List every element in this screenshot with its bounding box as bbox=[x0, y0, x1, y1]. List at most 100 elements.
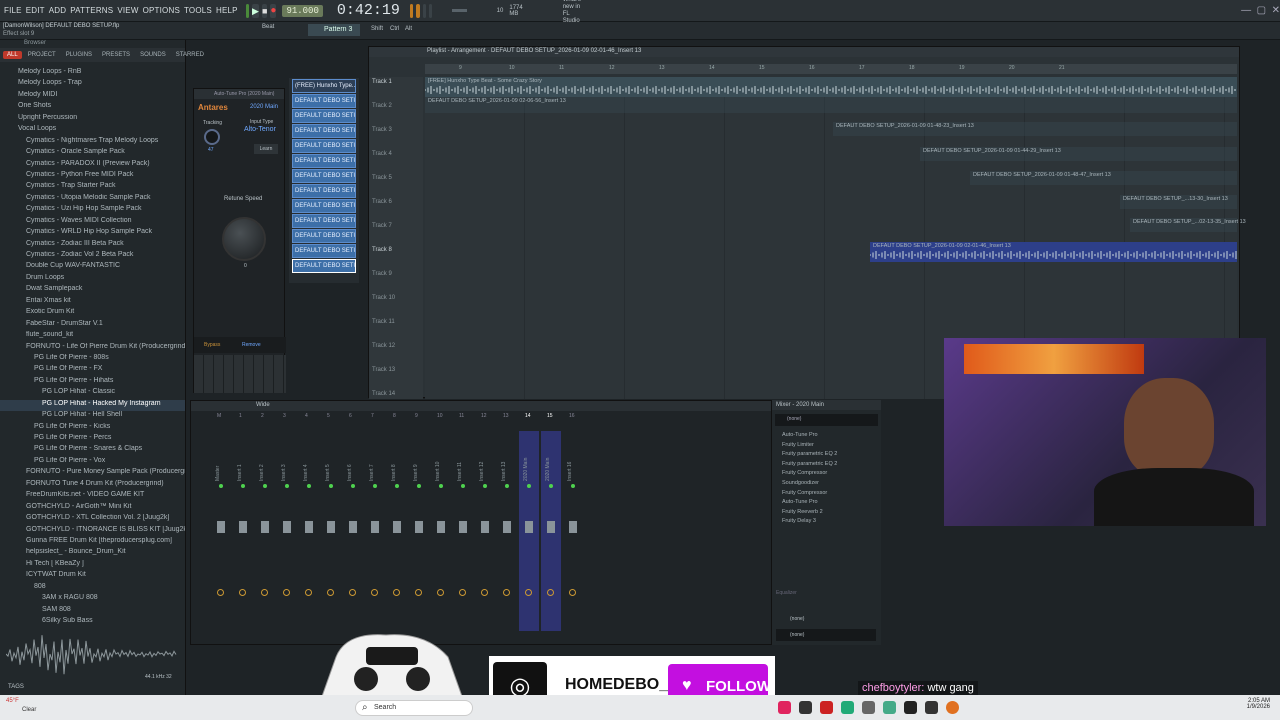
snap-mode[interactable]: Beat bbox=[262, 24, 274, 30]
strip-fader[interactable] bbox=[261, 521, 269, 533]
strip-fader[interactable] bbox=[569, 521, 577, 533]
mixer-strip[interactable]: 15 2020 Main bbox=[541, 413, 561, 631]
menu-edit[interactable]: EDIT bbox=[26, 6, 45, 15]
browser-item[interactable]: Drum Loops bbox=[0, 274, 185, 285]
output-selector-1[interactable]: (none) bbox=[776, 613, 876, 625]
strip-fader[interactable] bbox=[371, 521, 379, 533]
browser-item[interactable]: 3AM x RAGU 808 bbox=[0, 594, 185, 605]
track-header[interactable]: Track 8 bbox=[372, 247, 392, 253]
strip-knob[interactable] bbox=[261, 589, 268, 596]
browser-item[interactable]: Cymatics - Trap Starter Pack bbox=[0, 182, 185, 193]
playlist-clip[interactable]: DEFAUT DEBO SETUP_2026-01-09 01-48-23_In… bbox=[833, 122, 1237, 136]
learn-button[interactable]: Learn bbox=[254, 144, 278, 154]
mixer-strip[interactable]: 9 Insert 9 bbox=[409, 413, 429, 631]
app-icon[interactable] bbox=[820, 701, 833, 714]
master-volume-slider[interactable] bbox=[452, 9, 467, 12]
browser-item[interactable]: Upright Percussion bbox=[0, 114, 185, 125]
alt-key[interactable]: Alt bbox=[405, 26, 412, 32]
window-controls[interactable]: — ▢ ✕ bbox=[1241, 5, 1280, 16]
browser-item[interactable]: GOTHCHYLD - ITNORANCE IS BLISS KIT [Juug… bbox=[0, 526, 185, 537]
strip-led[interactable] bbox=[483, 484, 487, 488]
playlist-clip[interactable]: DEFAUT DEBO SETUP_2026-01-09 01-48-47_In… bbox=[970, 171, 1237, 185]
track-header[interactable]: Track 6 bbox=[372, 199, 392, 205]
mixer-strip[interactable]: 12 Insert 12 bbox=[475, 413, 495, 631]
strip-fader[interactable] bbox=[503, 521, 511, 533]
strip-fader[interactable] bbox=[349, 521, 357, 533]
strip-knob[interactable] bbox=[525, 589, 532, 596]
channel-item[interactable]: DEFAULT DEBO SETUP_202.. bbox=[292, 124, 356, 138]
track-header[interactable]: Track 5 bbox=[372, 175, 392, 181]
browser-item[interactable]: FabeStar - DrumStar V.1 bbox=[0, 320, 185, 331]
browser-item[interactable]: Cymatics - Utopia Melodic Sample Pack bbox=[0, 194, 185, 205]
mixer-fx-slot[interactable]: Fruity parametric EQ 2 bbox=[772, 461, 881, 471]
track-header[interactable]: Track 3 bbox=[372, 127, 392, 133]
tracking-knob[interactable] bbox=[204, 129, 220, 145]
channel-item[interactable]: DEFAULT DEBO SETUP_202.. bbox=[292, 244, 356, 258]
browser-item[interactable]: PG LOP Hihat - Hacked My Instagram bbox=[0, 399, 185, 412]
mixer-strip[interactable]: 7 Insert 7 bbox=[365, 413, 385, 631]
menu-options[interactable]: OPTIONS bbox=[143, 6, 180, 15]
app-icon[interactable] bbox=[778, 701, 791, 714]
app-icon[interactable] bbox=[946, 701, 959, 714]
mixer-view-mode[interactable]: Wide bbox=[256, 402, 270, 408]
mixer-strip[interactable]: 3 Insert 3 bbox=[277, 413, 297, 631]
record-button[interactable]: ● bbox=[270, 3, 277, 18]
browser-item[interactable]: PG Life Of Pierre - Kicks bbox=[0, 423, 185, 434]
menu-help[interactable]: HELP bbox=[216, 6, 238, 15]
browser-item[interactable]: One Shots bbox=[0, 102, 185, 113]
retune-speed-knob[interactable] bbox=[222, 217, 266, 261]
channel-item[interactable]: DEFAULT DEBO SETUP_202.. bbox=[292, 184, 356, 198]
strip-led[interactable] bbox=[439, 484, 443, 488]
channel-item[interactable]: (FREE) Hunxho Type... bbox=[292, 79, 356, 93]
strip-knob[interactable] bbox=[371, 589, 378, 596]
mixer-fx-slot[interactable]: Fruity Limiter bbox=[772, 442, 881, 452]
menu-tools[interactable]: TOOLS bbox=[184, 6, 212, 15]
browser-item[interactable]: PG Life Of Pierre - Vox bbox=[0, 457, 185, 468]
track-header[interactable]: Track 14 bbox=[372, 391, 395, 397]
browser-item[interactable]: PG Life Of Pierre - FX bbox=[0, 365, 185, 376]
track-header[interactable]: Track 2 bbox=[372, 103, 392, 109]
pattern-song-toggle[interactable] bbox=[245, 3, 250, 18]
strip-fader[interactable] bbox=[239, 521, 247, 533]
bypass-toggle[interactable]: Bypass bbox=[204, 342, 220, 348]
mixer-preset[interactable]: (none) bbox=[775, 414, 878, 426]
strip-knob[interactable] bbox=[305, 589, 312, 596]
browser-item[interactable]: GOTHCHYLD - AirGoth™ Mini Kit bbox=[0, 503, 185, 514]
browser-item[interactable]: FORNUTO Tune 4 Drum Kit (Producergrind) bbox=[0, 480, 185, 491]
strip-knob[interactable] bbox=[217, 589, 224, 596]
mixer-fx-slot[interactable]: Auto-Tune Pro bbox=[772, 432, 881, 442]
shift-key[interactable]: Shift bbox=[371, 26, 383, 32]
browser-item[interactable]: Cymatics - Zodiac Vol 2 Beta Pack bbox=[0, 251, 185, 262]
playlist-clip[interactable]: DEFAUT DEBO SETUP_2026-01-09 02-01-46_In… bbox=[870, 242, 1237, 262]
strip-led[interactable] bbox=[351, 484, 355, 488]
snap-icon[interactable] bbox=[409, 3, 414, 18]
browser-item[interactable]: Hi Tech [ KBeaZy ] bbox=[0, 560, 185, 571]
app-icon[interactable] bbox=[862, 701, 875, 714]
browser-item[interactable]: Cymatics - Zodiac III Beta Pack bbox=[0, 240, 185, 251]
channel-item[interactable]: DEFAULT DEBO SETUP_202.. bbox=[292, 229, 356, 243]
clock[interactable]: 2:05 AM 1/9/2026 bbox=[1218, 698, 1270, 710]
browser-item[interactable]: Cymatics - Python Free MIDI Pack bbox=[0, 171, 185, 182]
strip-led[interactable] bbox=[263, 484, 267, 488]
browser-item[interactable]: PG Life Of Pierre - Hihats bbox=[0, 377, 185, 388]
tab-starred[interactable]: STARRED bbox=[172, 51, 208, 59]
mixer-fx-slot[interactable]: Fruity Compressor bbox=[772, 470, 881, 480]
track-header[interactable]: Track 9 bbox=[372, 271, 392, 277]
waveform-preview[interactable] bbox=[5, 630, 178, 678]
channel-item[interactable]: DEFAULT DEBO SETUP_202.. bbox=[292, 199, 356, 213]
browser-item[interactable]: Cymatics - Waves MIDI Collection bbox=[0, 217, 185, 228]
mixer-strip[interactable]: 13 Insert 13 bbox=[497, 413, 517, 631]
input-type-value[interactable]: Alto-Tenor bbox=[244, 126, 276, 133]
app-icon[interactable] bbox=[799, 701, 812, 714]
strip-knob[interactable] bbox=[239, 589, 246, 596]
strip-knob[interactable] bbox=[459, 589, 466, 596]
track-header[interactable]: Track 7 bbox=[372, 223, 392, 229]
browser-item[interactable]: flute_sound_kit bbox=[0, 331, 185, 342]
playlist-clip[interactable]: DEFAUT DEBO SETUP_...02-13-35_Insert 13 bbox=[1130, 218, 1246, 232]
remove-toggle[interactable]: Remove bbox=[242, 342, 261, 348]
play-button[interactable]: ▶ bbox=[252, 3, 259, 18]
browser-item[interactable]: Cymatics - Nightmares Trap Melody Loops bbox=[0, 137, 185, 148]
menu-view[interactable]: VIEW bbox=[117, 6, 138, 15]
browser-item[interactable]: PG Life Of Pierre - 808s bbox=[0, 354, 185, 365]
strip-led[interactable] bbox=[285, 484, 289, 488]
